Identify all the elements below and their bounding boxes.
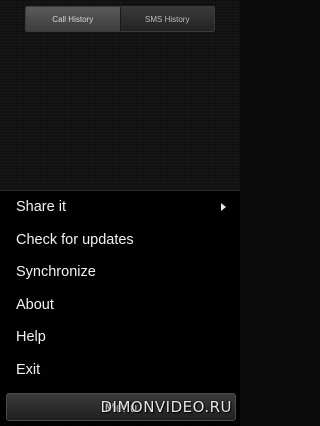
menu-item-help[interactable]: Help bbox=[0, 321, 240, 354]
menu-item-label: Help bbox=[16, 329, 46, 346]
watermark: DIMONVIDEO.RU bbox=[100, 398, 232, 416]
history-tabs: Call History SMS History bbox=[25, 6, 215, 32]
menu-item-about[interactable]: About bbox=[0, 289, 240, 322]
tab-call-history[interactable]: Call History bbox=[26, 7, 120, 31]
options-menu: Share it Check for updates Synchronize A… bbox=[0, 190, 240, 426]
menu-item-label: Check for updates bbox=[16, 231, 134, 248]
menu-item-synchronize[interactable]: Synchronize bbox=[0, 256, 240, 289]
menu-item-label: Share it bbox=[16, 199, 66, 216]
menu-item-check-updates[interactable]: Check for updates bbox=[0, 224, 240, 257]
menu-item-exit[interactable]: Exit bbox=[0, 354, 240, 387]
screen: Call History SMS History Share it Check … bbox=[0, 0, 240, 426]
menu-item-label: Synchronize bbox=[16, 264, 96, 281]
menu-item-share[interactable]: Share it bbox=[0, 191, 240, 224]
menu-item-label: Exit bbox=[16, 361, 41, 378]
menu-item-label: About bbox=[16, 296, 54, 313]
submenu-arrow-icon bbox=[221, 203, 226, 212]
tab-sms-history[interactable]: SMS History bbox=[119, 7, 214, 31]
